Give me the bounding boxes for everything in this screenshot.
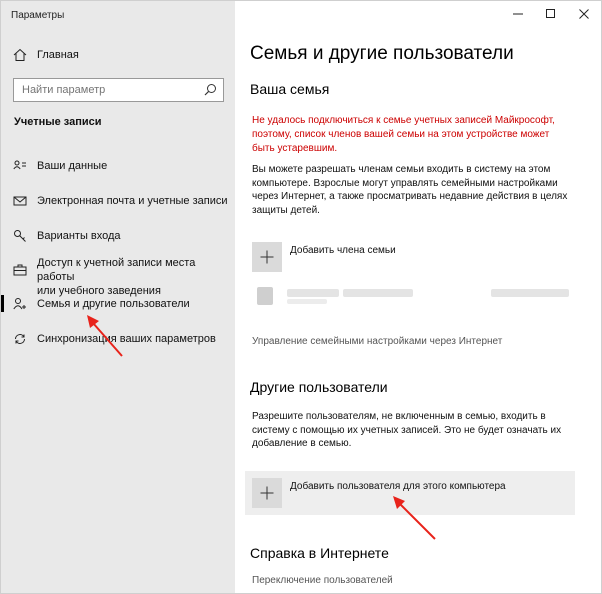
- avatar: [257, 287, 273, 305]
- settings-window: Параметры Главная Учетные записи Ваши: [0, 0, 602, 594]
- sync-icon: [15, 334, 25, 344]
- key-icon: [14, 230, 26, 242]
- add-user-label: Добавить пользователя для этого компьюте…: [290, 480, 506, 492]
- add-family-member-button[interactable]: Добавить члена семьи: [252, 242, 396, 272]
- nav-home-label: Главная: [37, 49, 79, 61]
- member-status-redacted: [491, 289, 569, 297]
- switch-users-link[interactable]: Переключение пользователей: [252, 575, 393, 586]
- search-input[interactable]: [14, 84, 194, 96]
- help-heading: Справка в Интернете: [250, 545, 389, 561]
- add-user-button[interactable]: Добавить пользователя для этого компьюте…: [252, 478, 506, 508]
- manage-family-link[interactable]: Управление семейными настройками через И…: [252, 336, 502, 347]
- add-family-member-label: Добавить члена семьи: [290, 244, 396, 256]
- plus-icon: [252, 242, 282, 272]
- sidebar: Параметры Главная Учетные записи Ваши: [1, 1, 235, 593]
- home-icon: [13, 48, 27, 61]
- mail-icon: [13, 196, 27, 206]
- person-card-icon: [13, 160, 26, 170]
- other-users-heading: Другие пользователи: [250, 379, 388, 395]
- section-title: Учетные записи: [14, 116, 102, 128]
- person-add-icon: [13, 298, 26, 310]
- sidebar-item-label: Семья и другие пользователи: [37, 298, 190, 310]
- family-member-row[interactable]: [253, 285, 583, 309]
- sidebar-item-label: Электронная почта и учетные записи: [37, 195, 228, 207]
- family-heading: Ваша семья: [250, 81, 330, 97]
- sidebar-item-label: Синхронизация ваших параметров: [37, 333, 216, 345]
- member-detail-redacted: [287, 299, 327, 304]
- briefcase-icon: [13, 264, 27, 276]
- search-box[interactable]: [13, 78, 224, 102]
- selection-indicator: [1, 295, 4, 312]
- sidebar-item-email[interactable]: Электронная почта и учетные записи: [1, 193, 235, 209]
- sidebar-item-label: Ваши данные: [37, 160, 108, 172]
- sidebar-item-sign-in-options[interactable]: Варианты входа: [1, 228, 235, 244]
- page-title: Семья и другие пользователи: [250, 43, 514, 64]
- plus-icon: [252, 478, 282, 508]
- window-title: Параметры: [11, 10, 65, 21]
- family-description: Вы можете разрешать членам семьи входить…: [252, 164, 568, 216]
- member-email-redacted: [343, 289, 413, 297]
- family-error-text: Не удалось подключиться к семье учетных …: [252, 115, 555, 154]
- nav-home[interactable]: Главная: [13, 45, 79, 65]
- sidebar-item-sync[interactable]: Синхронизация ваших параметров: [1, 331, 235, 347]
- member-name-redacted: [287, 289, 339, 297]
- sidebar-item-your-info[interactable]: Ваши данные: [1, 158, 235, 174]
- sidebar-item-label: Доступ к учетной записи места работы или…: [37, 257, 196, 297]
- sidebar-item-label: Варианты входа: [37, 230, 121, 242]
- other-users-description: Разрешите пользователям, не включенным в…: [252, 411, 562, 449]
- search-icon[interactable]: [204, 83, 217, 96]
- sidebar-item-family[interactable]: Семья и другие пользователи: [1, 295, 235, 313]
- sidebar-item-work-access[interactable]: Доступ к учетной записи места работы или…: [1, 256, 235, 297]
- main-content: Семья и другие пользователи Ваша семья Н…: [235, 1, 601, 593]
